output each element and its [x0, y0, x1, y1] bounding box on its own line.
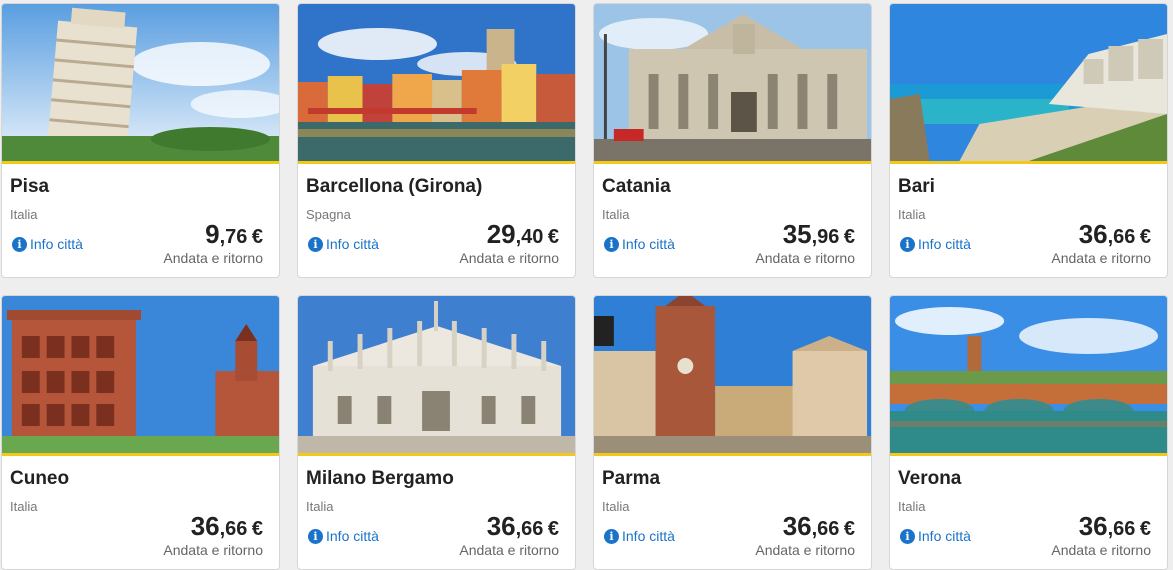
destination-card-parma[interactable]: Parma Italia i Info città 36,66 € Andata … — [593, 295, 872, 570]
price-integer: 36 — [782, 511, 812, 541]
destination-card-catania[interactable]: Catania Italia i Info città 35,96 € Andat… — [593, 3, 872, 278]
city-name: Milano Bergamo — [306, 468, 454, 489]
country-name: Italia — [602, 499, 630, 514]
city-name: Pisa — [10, 176, 50, 197]
destination-card-cuneo[interactable]: Cuneo Italia 36,66 € Andata e ritorno — [1, 295, 280, 570]
price-decimal: ,96 — [811, 226, 840, 248]
trip-type: Andata e ritorno — [755, 250, 855, 266]
city-photo — [298, 4, 575, 164]
city-photo — [298, 296, 575, 456]
price-decimal: ,66 — [1107, 518, 1136, 540]
info-city-label: Info città — [30, 236, 83, 252]
country-name: Italia — [602, 207, 630, 222]
price: 36,66 € — [191, 511, 263, 542]
info-city-link[interactable]: i Info città — [308, 236, 379, 252]
trip-type: Andata e ritorno — [755, 542, 855, 558]
price-currency: € — [843, 226, 855, 248]
city-photo — [890, 296, 1167, 456]
price-integer: 36 — [1078, 511, 1108, 541]
city-photo — [594, 4, 871, 164]
info-icon: i — [604, 236, 619, 252]
info-city-link[interactable]: i Info città — [12, 236, 83, 252]
price: 36,66 € — [1079, 511, 1151, 542]
price-currency: € — [547, 226, 559, 248]
destination-card-milano-bergamo[interactable]: Milano Bergamo Italia i Info città 36,66 … — [297, 295, 576, 570]
info-icon: i — [900, 528, 915, 544]
price-currency: € — [251, 226, 263, 248]
destination-card-verona[interactable]: Verona Italia i Info città 36,66 € Andata… — [889, 295, 1168, 570]
info-city-link[interactable]: i Info città — [604, 236, 675, 252]
price-currency: € — [251, 518, 263, 540]
city-name: Bari — [898, 176, 935, 197]
info-city-link[interactable]: i Info città — [900, 528, 971, 544]
info-city-label: Info città — [918, 528, 971, 544]
city-name: Verona — [898, 468, 962, 489]
trip-type: Andata e ritorno — [459, 250, 559, 266]
info-city-link[interactable]: i Info città — [900, 236, 971, 252]
price-integer: 36 — [486, 511, 516, 541]
destination-card-girona[interactable]: Barcellona (Girona) Spagna i Info città 2… — [297, 3, 576, 278]
price-decimal: ,40 — [515, 226, 544, 248]
info-city-label: Info città — [326, 236, 379, 252]
price-decimal: ,76 — [219, 226, 248, 248]
city-photo — [594, 296, 871, 456]
country-name: Italia — [10, 207, 38, 222]
price-decimal: ,66 — [811, 518, 840, 540]
trip-type: Andata e ritorno — [1051, 542, 1151, 558]
price-integer: 36 — [1078, 219, 1108, 249]
price-decimal: ,66 — [1107, 226, 1136, 248]
price: 36,66 € — [487, 511, 559, 542]
price: 36,66 € — [783, 511, 855, 542]
trip-type: Andata e ritorno — [163, 250, 263, 266]
destination-grid: Pisa Italia i Info città 9,76 € Andata e … — [1, 3, 1168, 570]
city-name: Cuneo — [10, 468, 70, 489]
info-icon: i — [900, 236, 915, 252]
price-integer: 29 — [486, 219, 516, 249]
city-photo — [2, 296, 279, 456]
info-city-label: Info città — [622, 236, 675, 252]
info-city-label: Info città — [326, 528, 379, 544]
city-photo — [890, 4, 1167, 164]
destination-card-pisa[interactable]: Pisa Italia i Info città 9,76 € Andata e … — [1, 3, 280, 278]
price-currency: € — [843, 518, 855, 540]
info-city-label: Info città — [622, 528, 675, 544]
country-name: Italia — [898, 499, 926, 514]
city-name: Barcellona (Girona) — [306, 176, 483, 197]
price-decimal: ,66 — [515, 518, 544, 540]
price-integer: 36 — [190, 511, 220, 541]
country-name: Italia — [898, 207, 926, 222]
price: 35,96 € — [783, 219, 855, 250]
info-city-label: Info città — [918, 236, 971, 252]
info-icon: i — [12, 236, 27, 252]
country-name: Italia — [306, 499, 334, 514]
trip-type: Andata e ritorno — [163, 542, 263, 558]
price-integer: 35 — [782, 219, 812, 249]
price: 36,66 € — [1079, 219, 1151, 250]
country-name: Spagna — [306, 207, 351, 222]
city-name: Catania — [602, 176, 671, 197]
info-icon: i — [604, 528, 619, 544]
price-currency: € — [1139, 518, 1151, 540]
price-currency: € — [1139, 226, 1151, 248]
info-city-link[interactable]: i Info città — [308, 528, 379, 544]
country-name: Italia — [10, 499, 38, 514]
info-city-link[interactable]: i Info città — [604, 528, 675, 544]
info-icon: i — [308, 236, 323, 252]
trip-type: Andata e ritorno — [1051, 250, 1151, 266]
city-photo — [2, 4, 279, 164]
price-integer: 9 — [205, 219, 220, 249]
city-name: Parma — [602, 468, 661, 489]
price-currency: € — [547, 518, 559, 540]
price: 9,76 € — [205, 219, 263, 250]
info-icon: i — [308, 528, 323, 544]
price-decimal: ,66 — [219, 518, 248, 540]
destination-card-bari[interactable]: Bari Italia i Info città 36,66 € Andata e… — [889, 3, 1168, 278]
trip-type: Andata e ritorno — [459, 542, 559, 558]
price: 29,40 € — [487, 219, 559, 250]
